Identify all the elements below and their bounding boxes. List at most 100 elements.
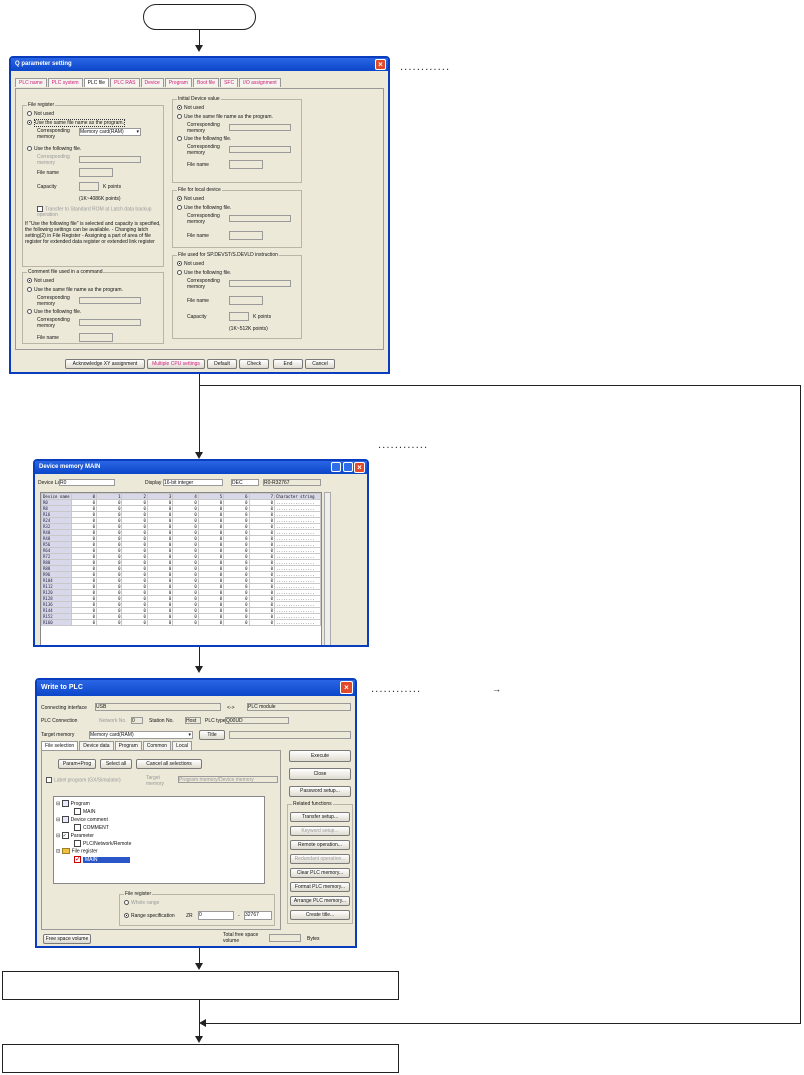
fr-not-used-option[interactable]: Not used [27,111,54,117]
char-cell[interactable]: ................ [274,535,321,542]
display-select[interactable]: 16-bit integer [163,479,223,486]
format-plc-memory-button[interactable]: Format PLC memory... [290,882,350,892]
redundant-operation-button[interactable]: Redundant operation... [290,854,350,864]
range-to-input[interactable]: 32767 [244,911,272,920]
execute-button[interactable]: Execute [289,750,351,762]
char-cell[interactable]: ................ [274,619,321,626]
tree-node-file-register[interactable]: ⊟ File register [56,848,98,854]
tree-node-plc-network[interactable]: PLC/Network/Remote [74,840,131,847]
sp-memory-select[interactable] [229,280,291,287]
tab-file-selection[interactable]: File selection [41,741,79,750]
cancel-button[interactable]: Cancel [305,359,335,369]
device-cell[interactable]: 0 [96,619,123,626]
password-setup-button[interactable]: Password setup... [289,786,351,797]
fr-same-name-option[interactable]: Use the same file name as the program. [27,119,125,127]
fr-memory-select[interactable]: Memory card(RAM) ▾ [79,128,141,136]
tab-local[interactable]: Local [172,741,193,750]
free-space-button[interactable]: Free space volume [43,934,91,944]
id-memory-select[interactable] [229,124,291,131]
tab-plc-name[interactable]: PLC name [15,78,47,87]
arrange-plc-memory-button[interactable]: Arrange PLC memory... [290,896,350,906]
keyword-setup-button[interactable]: Keyword setup... [290,826,350,836]
cf-not-used-option[interactable]: Not used [27,278,54,284]
sp-not-used-option[interactable]: Not used [177,261,204,267]
char-cell[interactable]: ................ [274,505,321,512]
fr-transfer-option[interactable]: Transfer to Standard ROM at Latch data b… [37,206,155,218]
sp-capacity-input[interactable] [229,312,249,321]
close-icon[interactable]: × [354,462,365,473]
close-button[interactable]: Close [289,768,351,780]
transfer-setup-button[interactable]: Transfer setup... [290,812,350,822]
multiple-cpu-button[interactable]: Multiple CPU settings [147,359,205,369]
range-from-input[interactable]: 0 [198,911,234,920]
device-cell[interactable]: 0 [248,619,276,626]
char-cell[interactable]: ................ [274,577,321,584]
tab-plc-file[interactable]: PLC file [83,78,110,87]
title-button[interactable]: Title [199,730,225,740]
char-cell[interactable]: ................ [274,601,321,608]
sp-file-name-input[interactable] [229,296,263,305]
tree-node-main[interactable]: MAIN [74,808,96,815]
char-cell[interactable]: ................ [274,583,321,590]
tab-device[interactable]: Device [140,78,164,87]
target-memory-small-select[interactable]: Program memory/Device memory [178,776,278,783]
fr-memory2-select[interactable] [79,156,141,163]
fr-file-name-input[interactable] [79,168,113,177]
id-file-name-input[interactable] [229,160,263,169]
char-cell[interactable]: ................ [274,523,321,530]
close-icon[interactable]: × [375,59,386,70]
tab-sfc[interactable]: SFC [220,78,239,87]
char-cell[interactable]: ................ [274,529,321,536]
cf-memory2-select[interactable] [79,319,141,326]
device-cell[interactable]: 0 [70,619,98,626]
end-button[interactable]: End [273,359,303,369]
char-cell[interactable]: ................ [274,517,321,524]
id-same-name-option[interactable]: Use the same file name as the program. [177,114,273,120]
cf-following-option[interactable]: Use the following file. [27,309,81,315]
tab-io-assignment[interactable]: I/O assignment [239,78,281,87]
id-memory2-select[interactable] [229,146,291,153]
tree-node-main-fr[interactable]: ✓ MAIN [74,856,130,863]
cf-memory-select[interactable] [79,297,141,304]
tree-node-device-comment[interactable]: ⊟ Device comment [56,816,108,823]
device-cell[interactable]: 0 [197,619,225,626]
fr-capacity-input[interactable] [79,182,99,191]
char-cell[interactable]: ................ [274,607,321,614]
target-memory-select[interactable]: Memory card(RAM) ▾ [89,731,193,739]
create-title-button[interactable]: Create title... [290,910,350,920]
maximize-icon[interactable] [343,462,353,472]
cf-file-name-input[interactable] [79,333,113,342]
label-program-option[interactable]: Label program (GX/Simulator) [46,777,121,783]
char-cell[interactable]: ................ [274,565,321,572]
device-cell[interactable]: 0 [121,619,148,626]
char-cell[interactable]: ................ [274,589,321,596]
cancel-all-button[interactable]: Cancel all selections [136,759,202,769]
whole-range-option[interactable]: Whole range [124,900,159,906]
device-cell[interactable]: 0 [223,619,250,626]
tab-device-data[interactable]: Device data [79,741,114,750]
char-cell[interactable]: ................ [274,553,321,560]
sp-following-option[interactable]: Use the following file. [177,270,231,276]
tree-node-program[interactable]: ⊟ Program [56,800,90,807]
ld-file-name-input[interactable] [229,231,263,240]
char-cell[interactable]: ................ [274,541,321,548]
acknowledge-xy-button[interactable]: Acknowledge XY assignment [65,359,145,369]
minimize-icon[interactable] [331,462,341,472]
ld-memory-select[interactable] [229,215,291,222]
tab-plc-system[interactable]: PLC system [47,78,83,87]
ld-following-option[interactable]: Use the following file. [177,205,231,211]
tab-plc-ras[interactable]: PLC RAS [110,78,140,87]
id-not-used-option[interactable]: Not used [177,105,204,111]
default-button[interactable]: Default [207,359,237,369]
char-cell[interactable]: ................ [274,571,321,578]
ld-not-used-option[interactable]: Not used [177,196,204,202]
tab-program[interactable]: Program [164,78,192,87]
remote-operation-button[interactable]: Remote operation... [290,840,350,850]
device-cell[interactable]: 0 [146,619,174,626]
clear-plc-memory-button[interactable]: Clear PLC memory... [290,868,350,878]
radix-select[interactable]: DEC [231,479,259,486]
vertical-scrollbar[interactable] [324,492,331,645]
device-cell[interactable]: 0 [172,619,199,626]
device-label-select[interactable]: R0 [59,479,115,486]
tab-program[interactable]: Program [114,741,142,750]
